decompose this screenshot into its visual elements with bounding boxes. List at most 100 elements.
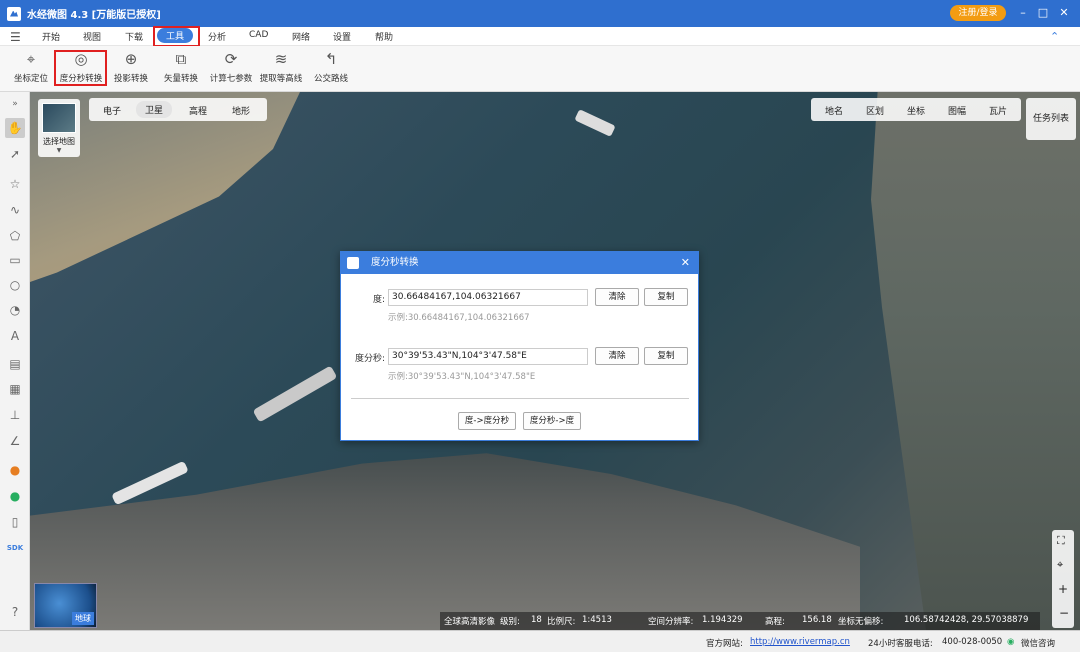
dialog-close-icon[interactable]: ✕ [681, 252, 690, 274]
menu-item-analysis[interactable]: 分析 [208, 30, 226, 43]
tab-terrain[interactable]: 地形 [232, 104, 250, 117]
map-ship [252, 365, 338, 423]
left-toolbar: » ✋ ➚ ☆ ∿ ⬠ ▭ ○ ◔ A ▤ ▦ ⊥ ∠ ● ● ▯ SDK ? [0, 92, 30, 630]
overlay-tabs: 地名 区划 坐标 图幅 瓦片 [811, 98, 1021, 121]
expand-panel-icon[interactable]: » [5, 94, 25, 114]
tool-extract-contour[interactable]: ≋ 提取等高线 [257, 49, 305, 84]
zoom-in-icon[interactable]: + [1058, 582, 1068, 596]
clear-degree-button[interactable]: 清除 [595, 288, 639, 306]
menu-item-download[interactable]: 下载 [125, 30, 143, 43]
degree-label: 度: [372, 295, 385, 305]
measure-angle-icon[interactable]: ∠ [5, 431, 25, 451]
hamburger-menu-icon[interactable]: ☰ [10, 30, 21, 44]
minimize-button[interactable]: – [1014, 4, 1032, 22]
dms-input[interactable]: 30°39'53.43"N,104°3'47.58"E [388, 348, 588, 365]
register-login-button[interactable]: 注册/登录 [950, 5, 1006, 21]
polyline-icon[interactable]: ∿ [5, 200, 25, 220]
polygon-icon[interactable]: ⬠ [5, 226, 25, 246]
chevron-down-icon: ▼ [56, 147, 62, 154]
copy-degree-button[interactable]: 复制 [644, 288, 688, 306]
tab-elevation[interactable]: 高程 [189, 104, 207, 117]
menu-item-network[interactable]: 网络 [292, 30, 310, 43]
help-icon[interactable]: ? [5, 602, 25, 622]
website-link[interactable]: http://www.rivermap.cn [750, 637, 850, 647]
highlight-box-tools [153, 26, 200, 47]
select-arrow-icon[interactable]: ➚ [5, 144, 25, 164]
dialog-title: 度分秒转换 [371, 257, 419, 268]
tool-projection-convert[interactable]: ⊕ 投影转换 [110, 49, 152, 84]
measure-area-icon[interactable]: ▦ [5, 379, 25, 399]
wechat-consult-link[interactable]: 微信咨询 [1021, 637, 1055, 649]
title-bar: 水经微图 4.3 [万能版已授权] 注册/登录 – □ ✕ [0, 0, 1080, 27]
collapse-ribbon-icon[interactable]: ⌃ [1050, 30, 1059, 43]
clear-dms-button[interactable]: 清除 [595, 347, 639, 365]
dms-to-deg-button[interactable]: 度分秒->度 [523, 412, 581, 430]
map-ship [574, 109, 616, 137]
menu-item-start[interactable]: 开始 [42, 30, 60, 43]
app-title: 水经微图 4.3 [万能版已授权] [27, 10, 161, 21]
tool-coordinate-locate[interactable]: ⌖ 坐标定位 [10, 49, 52, 84]
website-label: 官方网站: [706, 639, 743, 649]
projection-icon: ⊕ [124, 50, 138, 68]
circle-icon[interactable]: ○ [5, 275, 25, 295]
tab-coordinates[interactable]: 坐标 [907, 104, 925, 117]
close-button[interactable]: ✕ [1055, 4, 1073, 22]
map-zoom-controls: ⛶ ⌖ + − [1052, 530, 1074, 628]
tab-divisions[interactable]: 区划 [866, 104, 884, 117]
dialog-app-icon [347, 257, 359, 269]
tool-label: 提取等高线 [259, 74, 303, 84]
device-icon[interactable]: ▯ [5, 512, 25, 532]
pan-hand-icon[interactable]: ✋ [5, 118, 25, 138]
tab-map-sheets[interactable]: 图幅 [948, 104, 966, 117]
tab-electronic[interactable]: 电子 [103, 104, 121, 117]
bus-route-icon: ↰ [324, 50, 338, 68]
copy-dms-button[interactable]: 复制 [644, 347, 688, 365]
menu-item-help[interactable]: 帮助 [375, 30, 393, 43]
elevation-value: 156.18 [802, 615, 832, 625]
coord-value: 106.58742428, 29.57038879 [904, 615, 1029, 625]
green-plugin-icon[interactable]: ● [5, 486, 25, 506]
degree-input[interactable]: 30.66484167,104.06321667 [388, 289, 588, 306]
tool-label: 公交路线 [313, 74, 348, 84]
layer-color-icon[interactable]: ● [5, 460, 25, 480]
globe-overview[interactable]: 地球 [34, 583, 97, 628]
menu-item-settings[interactable]: 设置 [333, 30, 351, 43]
tool-vector-convert[interactable]: ⧉ 矢量转换 [160, 49, 202, 84]
highlight-box-dms-tool [54, 50, 107, 86]
tool-label: 投影转换 [113, 74, 148, 84]
building-icon[interactable]: ▤ [5, 354, 25, 374]
tool-label: 坐标定位 [13, 74, 48, 84]
app-logo-icon [7, 6, 21, 21]
level-value: 18 [531, 615, 542, 625]
rectangle-icon[interactable]: ▭ [5, 250, 25, 270]
zoom-out-icon[interactable]: − [1059, 606, 1069, 620]
basemap-selector[interactable]: 选择地图 ▼ [38, 99, 80, 157]
marker-icon[interactable]: ☆ [5, 174, 25, 194]
map-status-bar: 全球高清影像 级别: 18 比例尺: 1:4513 空间分辨率: 1.19432… [440, 612, 1040, 630]
level-label: 级别: [500, 617, 520, 627]
deg-to-dms-button[interactable]: 度->度分秒 [458, 412, 516, 430]
tab-tiles[interactable]: 瓦片 [989, 104, 1007, 117]
task-list-button[interactable]: 任务列表 [1026, 98, 1076, 140]
text-tool-icon[interactable]: A [5, 326, 25, 346]
tool-seven-params[interactable]: ⟳ 计算七参数 [206, 49, 256, 84]
sector-icon[interactable]: ◔ [5, 300, 25, 320]
fullscreen-icon[interactable]: ⛶ [1057, 534, 1065, 548]
locate-icon[interactable]: ⌖ [1057, 558, 1063, 572]
basemap-thumbnail [42, 103, 76, 133]
tab-satellite[interactable]: 卫星 [136, 101, 173, 118]
tab-place-names[interactable]: 地名 [825, 104, 843, 117]
menu-item-view[interactable]: 视图 [83, 30, 101, 43]
tool-bus-route[interactable]: ↰ 公交路线 [310, 49, 352, 84]
maximize-button[interactable]: □ [1034, 4, 1052, 22]
bottom-bar: 官方网站: http://www.rivermap.cn 24小时客服电话: 4… [0, 630, 1080, 652]
map-city-right [871, 92, 1080, 630]
tool-label: 计算七参数 [209, 74, 253, 84]
measure-height-icon[interactable]: ⊥ [5, 405, 25, 425]
resolution-label: 空间分辨率: [648, 617, 694, 627]
dms-example-hint: 示例:30°39'53.43"N,104°3'47.58"E [388, 372, 536, 382]
sdk-icon[interactable]: SDK [5, 538, 25, 558]
menu-item-cad[interactable]: CAD [249, 30, 268, 40]
dms-label: 度分秒: [354, 354, 385, 364]
map-city-bottom [30, 453, 860, 630]
